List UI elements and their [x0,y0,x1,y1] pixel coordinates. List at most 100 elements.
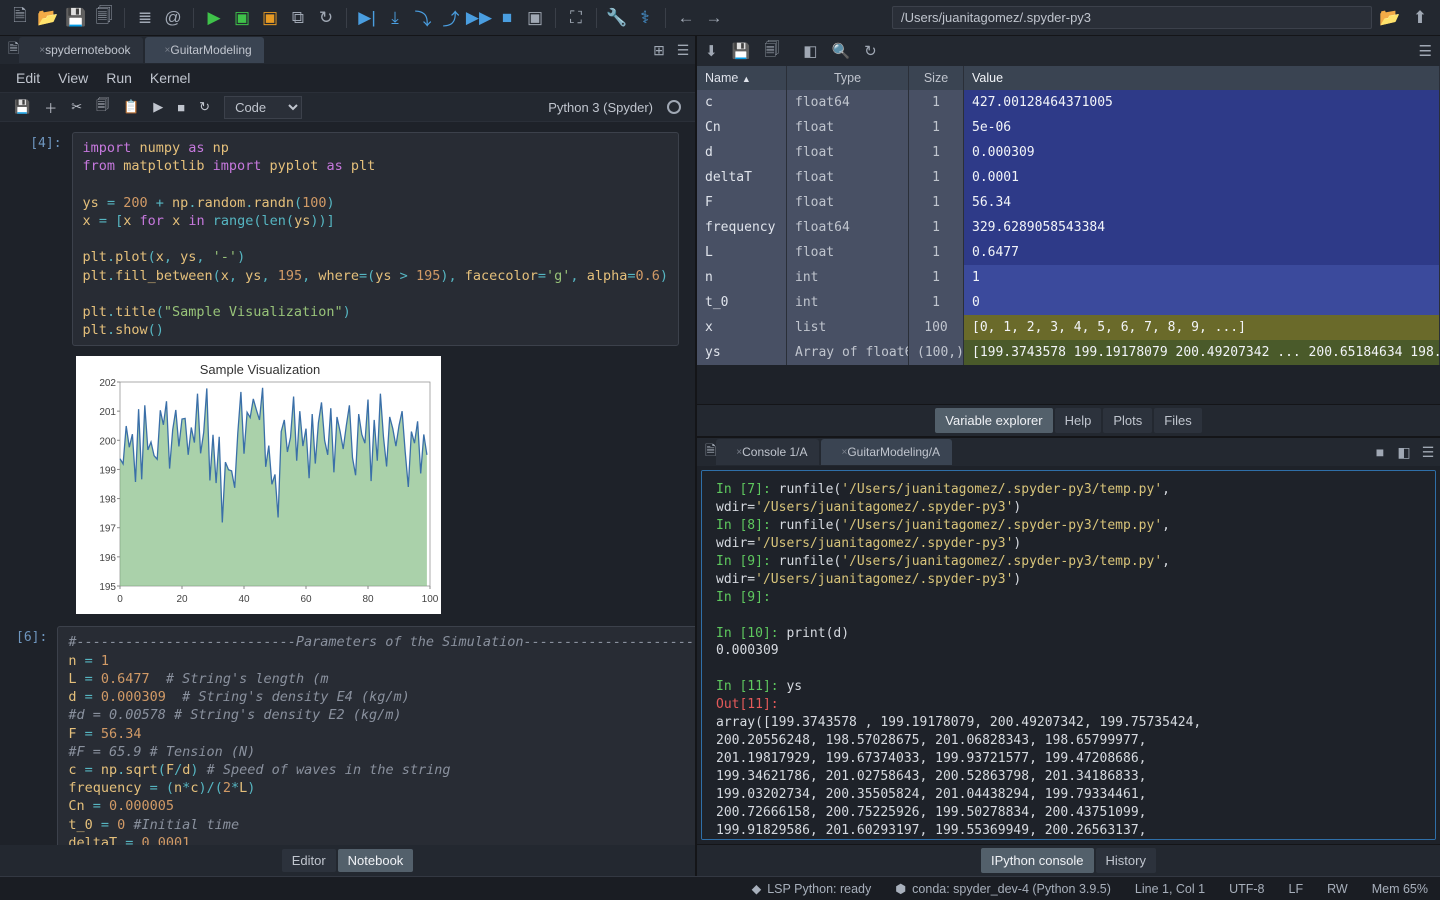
var-row[interactable]: nint11 [697,265,1440,290]
nb-add-cell-icon[interactable]: ＋ [44,98,57,117]
var-row[interactable]: cfloat641427.00128464371005 [697,90,1440,115]
svg-text:195: 195 [99,582,116,593]
cell-prompt: [6]: [16,626,57,845]
at-icon[interactable]: @ [161,6,185,30]
var-row[interactable]: Cnfloat15e-06 [697,115,1440,140]
stop-kernel-icon[interactable]: ■ [1368,440,1392,464]
svg-text:Sample Visualization: Sample Visualization [200,362,320,377]
nb-cut-icon[interactable]: ✂ [71,99,82,115]
cell-code[interactable]: #---------------------------Parameters o… [57,626,695,845]
forward-icon[interactable]: → [702,6,726,30]
pane-options-icon[interactable]: ☰ [1419,42,1432,60]
var-header[interactable]: Type [787,66,909,90]
editor-tab[interactable]: × spydernotebook [19,37,142,63]
svg-text:199: 199 [99,466,116,477]
var-row[interactable]: frequencyfloat641329.6289058543384 [697,215,1440,240]
list-icon[interactable]: ≣ [133,6,157,30]
editor-tab[interactable]: × GuitarModeling [145,37,264,63]
var-row[interactable]: deltaTfloat10.0001 [697,165,1440,190]
open-file-icon[interactable]: 📂 [36,6,60,30]
notebook-menubar: Edit View Run Kernel [0,64,695,92]
run-selection-icon[interactable]: ⧉ [286,6,310,30]
variable-table[interactable]: Name ▲TypeSizeValue cfloat641427.0012846… [697,66,1440,404]
celltype-select[interactable]: Code [224,96,302,119]
nb-save-icon[interactable]: 💾 [14,99,30,115]
console-tab[interactable]: × GuitarModeling/A [821,439,952,465]
browse-dir-icon[interactable]: 📂 [1378,6,1402,30]
pane-menu-icon[interactable]: ☰ [671,38,695,62]
run-cell-icon[interactable]: ▣ [230,6,254,30]
nb-copy-icon[interactable]: 🗐 [96,96,109,118]
maximize-icon[interactable]: ⛶ [564,6,588,30]
rerun-icon[interactable]: ↻ [314,6,338,30]
console-bottom-tab[interactable]: IPython console [981,848,1094,873]
menu-run[interactable]: Run [106,70,132,86]
working-dir-input[interactable] [892,6,1372,29]
status-eol: LF [1289,882,1304,896]
var-header[interactable]: Size [909,66,964,90]
status-lsp: ◆ LSP Python: ready [752,881,872,896]
separator [124,8,125,28]
notebook-area[interactable]: [4]: import numpy as np from matplotlib … [0,122,695,845]
run-cell-advance-icon[interactable]: ▣ [258,6,282,30]
code-cell: [4]: import numpy as np from matplotlib … [16,132,679,346]
pane-tab-plots[interactable]: Plots [1103,408,1152,433]
menu-kernel[interactable]: Kernel [150,70,190,86]
debug-icon[interactable]: ▶| [355,6,379,30]
var-header[interactable]: Value [964,66,1440,90]
browse-tabs-icon[interactable]: 🗎 [8,38,19,62]
var-row[interactable]: dfloat10.000309 [697,140,1440,165]
parent-dir-icon[interactable]: ⬆ [1408,6,1432,30]
step-icon[interactable]: ⤓ [383,6,407,30]
cell-prompt: [4]: [16,132,72,346]
pane-tab-help[interactable]: Help [1055,408,1102,433]
console-bottom-tab[interactable]: History [1096,848,1156,873]
console-options-icon[interactable]: ☰ [1416,440,1440,464]
pythonpath-icon[interactable]: ⚕ [633,6,657,30]
save-as-icon[interactable]: 🗐 [764,39,779,64]
search-var-icon[interactable]: 🔍 [831,42,850,60]
var-row[interactable]: Ffloat156.34 [697,190,1440,215]
clear-console-icon[interactable]: ◧ [1392,440,1416,464]
status-conda[interactable]: ⬢ conda: spyder_dev-4 (Python 3.9.5) [895,881,1111,896]
var-row[interactable]: ysArray of float64(100,)[199.3743578 199… [697,340,1440,365]
nb-restart-icon[interactable]: ↻ [199,99,210,115]
step-out-icon[interactable]: ⤴ [439,6,463,30]
save-all-icon[interactable]: 🗐 [92,6,116,30]
pane-tab-variable-explorer[interactable]: Variable explorer [935,408,1052,433]
new-file-icon[interactable]: 🗎 [8,6,32,30]
var-row[interactable]: t_0int10 [697,290,1440,315]
back-icon[interactable]: ← [674,6,698,30]
nb-run-icon[interactable]: ▶ [153,99,163,115]
browse-console-icon[interactable]: 🗎 [705,440,716,464]
right-pane-tabs: Variable explorerHelpPlotsFiles [697,404,1440,436]
console-tab[interactable]: × Console 1/A [716,439,819,465]
menu-view[interactable]: View [58,70,88,86]
import-data-icon[interactable]: ⬇ [705,42,718,60]
bottom-tab-editor[interactable]: Editor [282,849,336,872]
run-icon[interactable]: ▶ [202,6,226,30]
step-into-icon[interactable]: ⤵ [411,6,435,30]
cell-code[interactable]: import numpy as np from matplotlib impor… [72,132,679,346]
var-row[interactable]: Lfloat10.6477 [697,240,1440,265]
var-row[interactable]: xlist100[0, 1, 2, 3, 4, 5, 6, 7, 8, 9, .… [697,315,1440,340]
clear-icon[interactable]: ◧ [803,42,817,60]
notebook-toolbar: 💾 ＋ ✂ 🗐 📋 ▶ ■ ↻ Code Python 3 (Spyder) [0,92,695,122]
refresh-var-icon[interactable]: ↻ [864,42,877,60]
nb-paste-icon[interactable]: 📋 [123,99,139,115]
pane-tab-files[interactable]: Files [1154,408,1201,433]
plot-output: Sample Visualization19519619719819920020… [76,356,441,614]
save-data-icon[interactable]: 💾 [732,42,751,60]
menu-edit[interactable]: Edit [16,70,40,86]
preferences-icon[interactable]: 🔧 [605,6,629,30]
console-body[interactable]: In [7]: runfile('/Users/juanitagomez/.sp… [701,470,1436,840]
stop-debug-icon[interactable]: ■ [495,6,519,30]
debug-cell-icon[interactable]: ▣ [523,6,547,30]
continue-icon[interactable]: ▶▶ [467,6,491,30]
bottom-tab-notebook[interactable]: Notebook [338,849,414,872]
status-encoding: UTF-8 [1229,882,1264,896]
nb-stop-icon[interactable]: ■ [177,100,185,115]
var-header[interactable]: Name ▲ [697,66,787,90]
save-icon[interactable]: 💾 [64,6,88,30]
add-tab-icon[interactable]: ⊞ [647,38,671,62]
